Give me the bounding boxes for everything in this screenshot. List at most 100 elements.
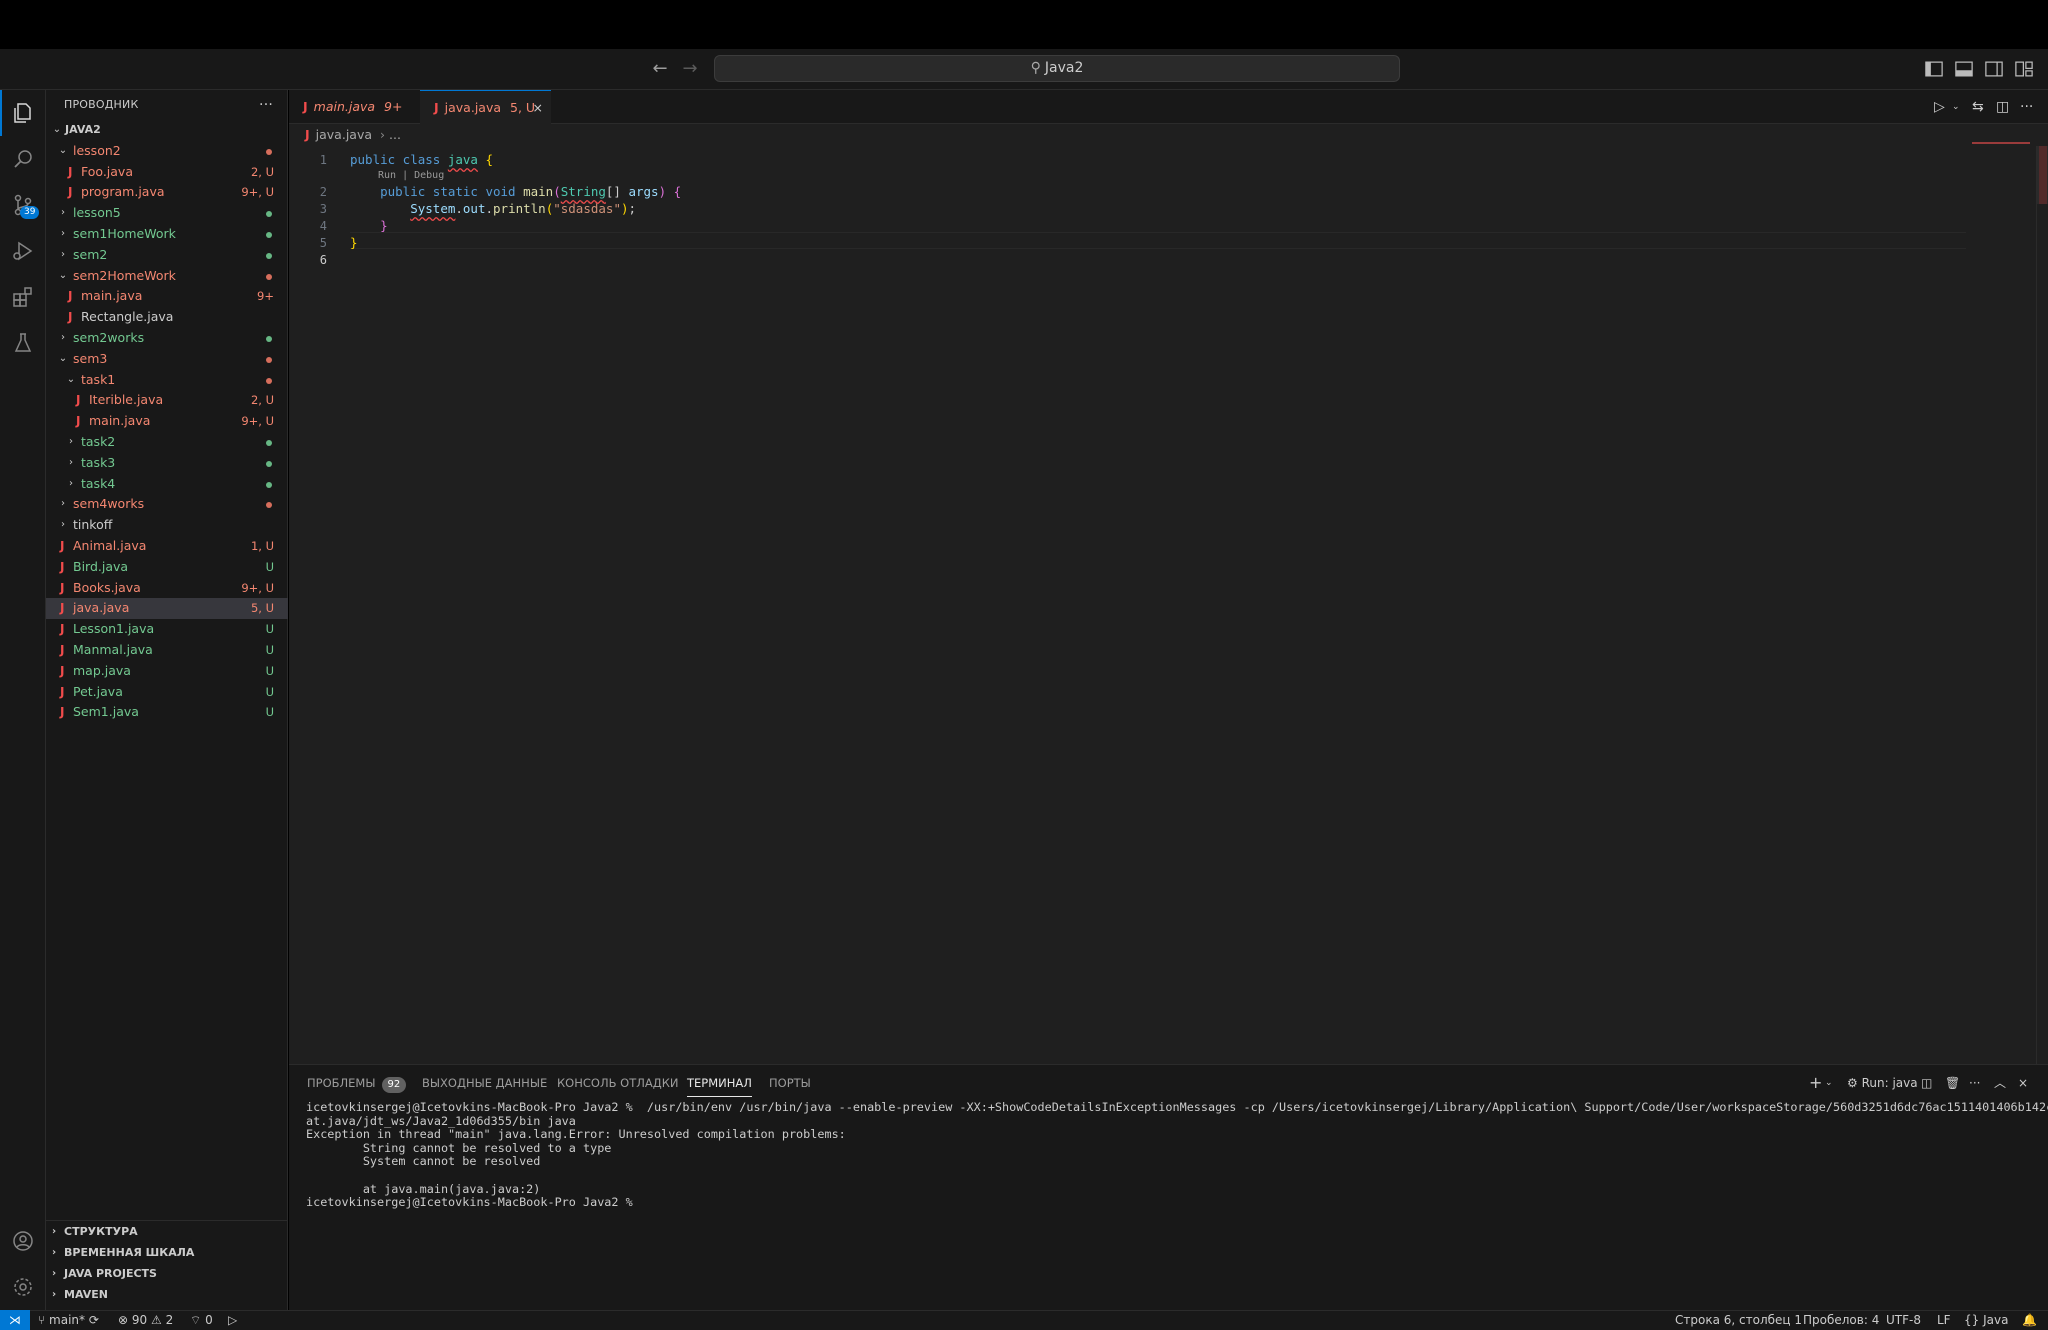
tree-item-label: Manmal.java xyxy=(73,641,153,657)
tab-problems[interactable]: ПРОБЛЕМЫ 92 xyxy=(307,1065,407,1101)
more-actions-icon[interactable]: ··· xyxy=(2020,90,2033,124)
tree-folder[interactable]: › tinkoff xyxy=(46,515,288,536)
breadcrumb-file[interactable]: java.java xyxy=(316,127,372,142)
remote-indicator-icon[interactable]: ⋊ xyxy=(0,1310,30,1330)
sidebar-section[interactable]: › JAVA PROJECTS xyxy=(46,1263,288,1284)
sidebar-section[interactable]: › MAVEN xyxy=(46,1284,288,1305)
tree-folder[interactable]: › lesson5 xyxy=(46,203,288,224)
java-file-icon: J xyxy=(68,289,73,304)
tree-folder[interactable]: ⌄ task1 xyxy=(46,370,288,391)
close-icon[interactable]: × xyxy=(533,91,543,125)
tab-terminal[interactable]: ТЕРМИНАЛ xyxy=(687,1065,752,1101)
editor-tabs: Jmain.java 9+ Jjava.java 5, U × ▷ ⌄ ⇆ ◫ … xyxy=(289,90,2048,124)
run-java-icon[interactable]: ▷ xyxy=(1934,90,1945,124)
tree-file[interactable]: J Sem1.java U xyxy=(46,702,288,723)
tree-file[interactable]: J Manmal.java U xyxy=(46,640,288,661)
maximize-panel-icon[interactable]: ︿ xyxy=(1994,1065,2006,1101)
tree-folder[interactable]: ⌄ sem3 xyxy=(46,349,288,370)
braces-icon: {} xyxy=(1964,1313,1980,1327)
toggle-secondary-sidebar-icon[interactable] xyxy=(1984,59,2004,79)
notifications-bell-icon[interactable]: 🔔 xyxy=(2022,1311,2037,1330)
back-arrow-icon[interactable]: ← xyxy=(646,55,674,83)
breadcrumb-rest[interactable]: ... xyxy=(389,127,401,142)
tree-file[interactable]: Jjava.java 5, U xyxy=(46,598,288,620)
tree-file[interactable]: Jmain.java 9+, U xyxy=(46,411,288,432)
tab-debug-console[interactable]: КОНСОЛЬ ОТЛАДКИ xyxy=(557,1065,678,1101)
tree-folder[interactable]: › sem2 xyxy=(46,245,288,266)
more-actions-icon[interactable]: ··· xyxy=(1969,1065,1980,1101)
terminal-output[interactable]: icetovkinsergej@Icetovkins-MacBook-Pro J… xyxy=(306,1100,2048,1210)
tree-file[interactable]: J Lesson1.java U xyxy=(46,619,288,640)
kill-terminal-trash-icon[interactable]: 🗑 xyxy=(1945,1065,1960,1101)
tree-item-label: task2 xyxy=(81,433,116,449)
sidebar-section[interactable]: › ВРЕМЕННАЯ ШКАЛА xyxy=(46,1242,288,1263)
settings-gear-icon[interactable] xyxy=(0,1264,46,1310)
end-of-line[interactable]: LF xyxy=(1937,1311,1951,1330)
tree-folder[interactable]: ⌄ lesson2 xyxy=(46,141,288,162)
run-dropdown-chevron-icon[interactable]: ⌄ xyxy=(1952,90,1960,124)
toggle-panel-icon[interactable] xyxy=(1954,59,1974,79)
problems-indicator[interactable]: ⊗ 90 ⚠ 2 xyxy=(118,1311,173,1330)
tree-file[interactable]: Jmain.java 9+ xyxy=(46,286,288,307)
cursor-position[interactable]: Строка 6, столбец 1 xyxy=(1675,1311,1802,1330)
git-status-dot xyxy=(266,481,272,488)
new-terminal-plus-icon[interactable]: + xyxy=(1809,1065,1822,1101)
testing-flask-icon[interactable] xyxy=(0,320,46,366)
language-mode[interactable]: {} Java xyxy=(1964,1311,2008,1330)
run-debug-icon[interactable] xyxy=(0,228,46,274)
git-status-dot xyxy=(266,502,272,509)
tree-item-label: task3 xyxy=(81,454,116,470)
more-actions-icon[interactable]: ··· xyxy=(259,90,273,120)
tab-main-java[interactable]: Jmain.java 9+ xyxy=(289,90,419,124)
git-status-decoration: 9+ xyxy=(257,289,274,304)
chevron-right-icon: › xyxy=(69,456,73,468)
tree-file[interactable]: J Foo.java 2, U xyxy=(46,162,288,183)
workspace-root[interactable]: ⌄ JAVA2 xyxy=(46,120,288,141)
tree-folder[interactable]: › sem1HomeWork xyxy=(46,224,288,245)
tree-folder[interactable]: › task4 xyxy=(46,474,288,495)
tree-folder[interactable]: › task3 xyxy=(46,453,288,474)
forward-arrow-icon[interactable]: → xyxy=(676,55,704,83)
new-terminal-chevron-icon[interactable]: ⌄ xyxy=(1825,1065,1833,1101)
tree-file[interactable]: Jprogram.java 9+, U xyxy=(46,182,288,203)
search-icon[interactable] xyxy=(0,136,46,182)
encoding[interactable]: UTF-8 xyxy=(1886,1311,1921,1330)
command-center-search[interactable]: ⚲ Java2 xyxy=(714,55,1400,82)
error-count: 90 xyxy=(131,1313,148,1327)
explorer-icon[interactable] xyxy=(0,90,46,136)
codelens-run-debug[interactable]: Run | Debug xyxy=(378,170,444,181)
toggle-primary-sidebar-icon[interactable] xyxy=(1924,59,1944,79)
tree-item-label: sem3 xyxy=(73,350,108,366)
source-control-icon[interactable]: 39 xyxy=(0,182,46,228)
tab-output[interactable]: ВЫХОДНЫЕ ДАННЫЕ xyxy=(422,1065,547,1101)
tree-file[interactable]: J Animal.java 1, U xyxy=(46,536,288,557)
tree-folder[interactable]: › sem4works xyxy=(46,494,288,515)
customize-layout-icon[interactable] xyxy=(2014,59,2034,79)
split-terminal-icon[interactable]: ◫ xyxy=(1921,1065,1932,1101)
tree-file[interactable]: J Iterible.java 2, U xyxy=(46,390,288,411)
tree-file[interactable]: J Books.java 9+, U xyxy=(46,578,288,599)
editor-scrollbar[interactable] xyxy=(2036,146,2048,1064)
git-status-decoration: U xyxy=(265,663,274,678)
tree-file[interactable]: Jmap.java U xyxy=(46,661,288,682)
sidebar-section[interactable]: › СТРУКТУРА xyxy=(46,1221,288,1242)
accounts-icon[interactable] xyxy=(0,1218,46,1264)
tree-folder[interactable]: › sem2works xyxy=(46,328,288,349)
ports-indicator[interactable]: ⌔ 0 xyxy=(190,1311,213,1330)
tree-folder[interactable]: › task2 xyxy=(46,432,288,453)
close-panel-icon[interactable]: × xyxy=(2018,1065,2028,1101)
branch-indicator[interactable]: ⑂ main* ⟳ xyxy=(38,1311,99,1330)
indentation[interactable]: Пробелов: 4 xyxy=(1803,1311,1879,1330)
run-status-icon[interactable]: ▷ xyxy=(228,1311,237,1330)
split-editor-icon[interactable]: ◫ xyxy=(1996,90,2009,124)
open-changes-icon[interactable]: ⇆ xyxy=(1972,90,1984,124)
git-status-dot xyxy=(266,377,272,384)
tab-java-java[interactable]: Jjava.java 5, U × xyxy=(420,90,551,124)
tree-file[interactable]: J Pet.java U xyxy=(46,682,288,703)
extensions-icon[interactable] xyxy=(0,274,46,320)
tree-file[interactable]: J Bird.java U xyxy=(46,557,288,578)
tree-file[interactable]: J Rectangle.java xyxy=(46,307,288,328)
tree-folder[interactable]: ⌄ sem2HomeWork xyxy=(46,266,288,287)
tab-ports[interactable]: ПОРТЫ xyxy=(769,1065,811,1101)
terminal-instance[interactable]: ⚙ Run: java xyxy=(1847,1065,1918,1101)
